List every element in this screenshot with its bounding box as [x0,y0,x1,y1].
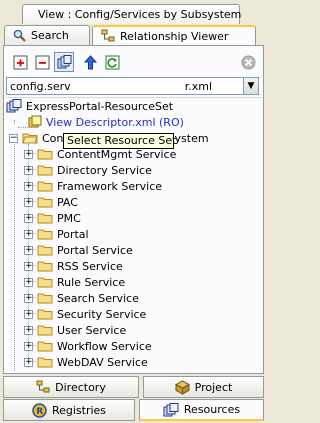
folder-icon [37,357,53,368]
bottom-tab-bar: Directory Project R Registries Resources [0,376,267,423]
expand-icon[interactable]: + [24,165,33,175]
magnifier-icon [13,29,26,42]
expand-icon[interactable]: + [24,213,33,223]
registries-icon: R [32,402,47,418]
resource-set-icon [6,99,22,113]
expand-icon[interactable]: + [24,293,33,303]
tree-item-service[interactable]: + Search Service [24,290,139,306]
tree-item-service[interactable]: + Workflow Service [24,338,152,354]
upload-icon [83,54,97,69]
tree-item-service[interactable]: + Framework Service [24,178,162,194]
tree-item-service[interactable]: + Portal Service [24,242,133,258]
folder-icon [37,341,53,352]
tree-item-service[interactable]: + PMC [24,210,81,226]
select-resource-set-button[interactable] [54,52,74,72]
tab-resources[interactable]: Resources [139,399,264,421]
toolbar [8,52,258,72]
directory-icon [36,380,50,393]
disabled-button[interactable] [238,52,258,72]
tab-search[interactable]: Search [4,25,90,45]
expand-icon[interactable]: + [24,261,33,271]
project-icon [174,379,190,395]
tooltip: Select Resource Set [63,133,176,149]
upload-button[interactable] [80,52,100,72]
tree-item-view-descriptor[interactable]: View Descriptor.xml (RO) [28,114,184,130]
folder-open-icon [22,133,38,144]
tree-item-service[interactable]: + WebDAV Service [24,354,148,370]
resources-icon [163,402,179,416]
refresh-icon [105,55,119,69]
tab-project[interactable]: Project [143,376,264,398]
top-tab-bar: Search Relationship Viewer [4,25,264,45]
tree-item-service[interactable]: + RSS Service [24,258,123,274]
tab-directory[interactable]: Directory [3,376,139,398]
folder-icon [37,277,53,288]
relationship-icon [101,29,115,42]
tree-item-service[interactable]: + User Service [24,322,126,338]
tree-item-service[interactable]: + Security Service [24,306,146,322]
tree-item-service[interactable]: + Portal [24,226,89,242]
tree-item-service[interactable]: + PAC [24,194,78,210]
collapse-icon[interactable]: − [9,133,18,143]
folder-icon [37,197,53,208]
relationship-viewer-content: config.serv r.xml ▼ ExpressPortal-Resourc… [3,45,264,374]
chevron-down-icon[interactable]: ▼ [243,78,258,94]
folder-icon [37,293,53,304]
expand-icon[interactable]: + [24,197,33,207]
expand-icon[interactable]: + [24,229,33,239]
tree-root-resource-set[interactable]: ExpressPortal-ResourceSet [6,98,173,114]
folder-icon [37,213,53,224]
folder-icon [37,165,53,176]
folder-icon [37,309,53,320]
view-title: View : Config/Services by Subsystem [38,8,242,21]
remove-button[interactable] [32,52,52,72]
add-button[interactable] [10,52,30,72]
resource-set-combo[interactable]: config.serv r.xml ▼ [6,77,259,95]
folder-icon [37,229,53,240]
expand-icon[interactable]: + [24,277,33,287]
view-descriptor-icon [28,115,42,128]
expand-icon[interactable]: + [24,357,33,367]
expand-icon[interactable]: + [24,341,33,351]
expand-icon[interactable]: + [24,181,33,191]
tree-item-service[interactable]: + Rule Service [24,274,125,290]
tab-relationship-viewer[interactable]: Relationship Viewer [92,25,256,45]
expand-icon[interactable]: + [24,309,33,319]
remove-icon [35,55,49,69]
expand-icon[interactable]: + [24,245,33,255]
expand-icon[interactable]: + [24,149,33,159]
folder-icon [37,181,53,192]
folder-icon [37,245,53,256]
folder-icon [37,261,53,272]
select-resource-set-icon [57,54,71,68]
tree-item-service[interactable]: + Directory Service [24,162,152,178]
resource-panel: View : Config/Services by Subsystem Sear… [0,0,267,423]
expand-icon[interactable]: + [24,325,33,335]
combo-value: config.serv r.xml [10,79,212,93]
disabled-icon [241,55,255,69]
tab-registries[interactable]: R Registries [3,399,135,421]
folder-icon [37,149,53,160]
folder-icon [37,325,53,336]
svg-text:R: R [36,407,43,417]
view-header: View : Config/Services by Subsystem [22,4,242,24]
refresh-button[interactable] [102,52,122,72]
add-icon [13,55,27,69]
